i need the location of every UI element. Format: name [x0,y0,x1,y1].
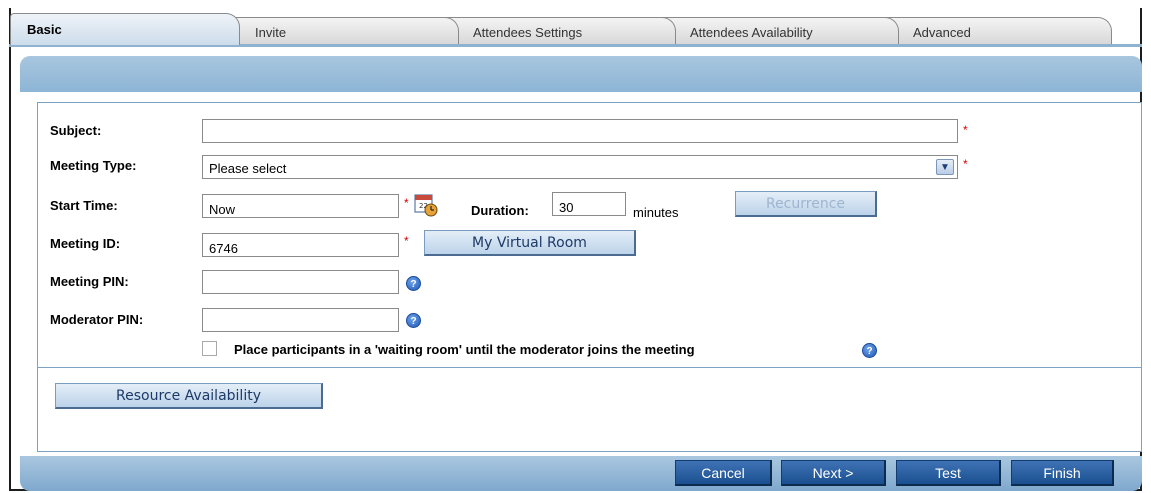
meeting-pin-input[interactable] [202,270,399,294]
tab-label: Invite [255,25,287,40]
start-time-label: Start Time: [50,198,118,213]
tab-invite[interactable]: Invite [224,17,459,45]
duration-unit: minutes [633,205,679,220]
moderator-pin-input[interactable] [202,308,399,332]
tab-attendees-settings[interactable]: Attendees Settings [442,17,676,45]
tab-advanced[interactable]: Advanced [882,17,1112,45]
tab-label: Basic [27,22,62,37]
section-header-bar [20,56,1142,92]
help-icon[interactable]: ? [406,313,421,328]
cancel-button[interactable]: Cancel [675,460,772,486]
waiting-room-checkbox[interactable] [202,341,217,356]
meeting-type-label: Meeting Type: [50,158,137,173]
tab-bar: Advanced Attendees Availability Attendee… [9,7,1142,45]
subject-label: Subject: [50,123,102,138]
my-virtual-room-button[interactable]: My Virtual Room [424,230,636,256]
tab-label: Advanced [913,25,971,40]
meeting-id-label: Meeting ID: [50,236,121,251]
help-icon[interactable]: ? [862,343,877,358]
next-button[interactable]: Next > [781,460,886,486]
test-button[interactable]: Test [896,460,1001,486]
meeting-id-input[interactable] [202,233,399,257]
calendar-icon[interactable]: 22 [414,193,438,217]
moderator-pin-label: Moderator PIN: [50,312,144,327]
required-marker: * [963,157,968,171]
duration-label: Duration: [471,203,529,218]
waiting-room-label: Place participants in a 'waiting room' u… [234,342,695,357]
resource-availability-button[interactable]: Resource Availability [55,383,323,409]
tab-basic[interactable]: Basic [10,13,240,45]
tab-label: Attendees Availability [690,25,813,40]
required-marker: * [404,196,409,210]
required-marker: * [404,234,409,248]
section-divider [38,367,1141,368]
tab-label: Attendees Settings [473,25,583,40]
meeting-pin-label: Meeting PIN: [50,274,129,289]
start-time-input[interactable] [202,194,399,218]
help-icon[interactable]: ? [406,276,421,291]
chevron-down-icon[interactable]: ▼ [936,159,954,175]
footer-bar: Cancel Next > Test Finish [20,456,1142,491]
subject-input[interactable] [202,119,958,143]
required-marker: * [963,123,968,137]
basic-settings-panel: Subject: * Meeting Type: Please select ▼… [37,102,1142,452]
finish-button[interactable]: Finish [1011,460,1114,486]
meeting-type-value: Please select [209,161,287,176]
tab-attendees-availability[interactable]: Attendees Availability [659,17,899,45]
recurrence-button[interactable]: Recurrence [735,191,877,217]
meeting-type-select[interactable]: Please select ▼ [202,155,958,179]
duration-input[interactable] [552,192,626,216]
